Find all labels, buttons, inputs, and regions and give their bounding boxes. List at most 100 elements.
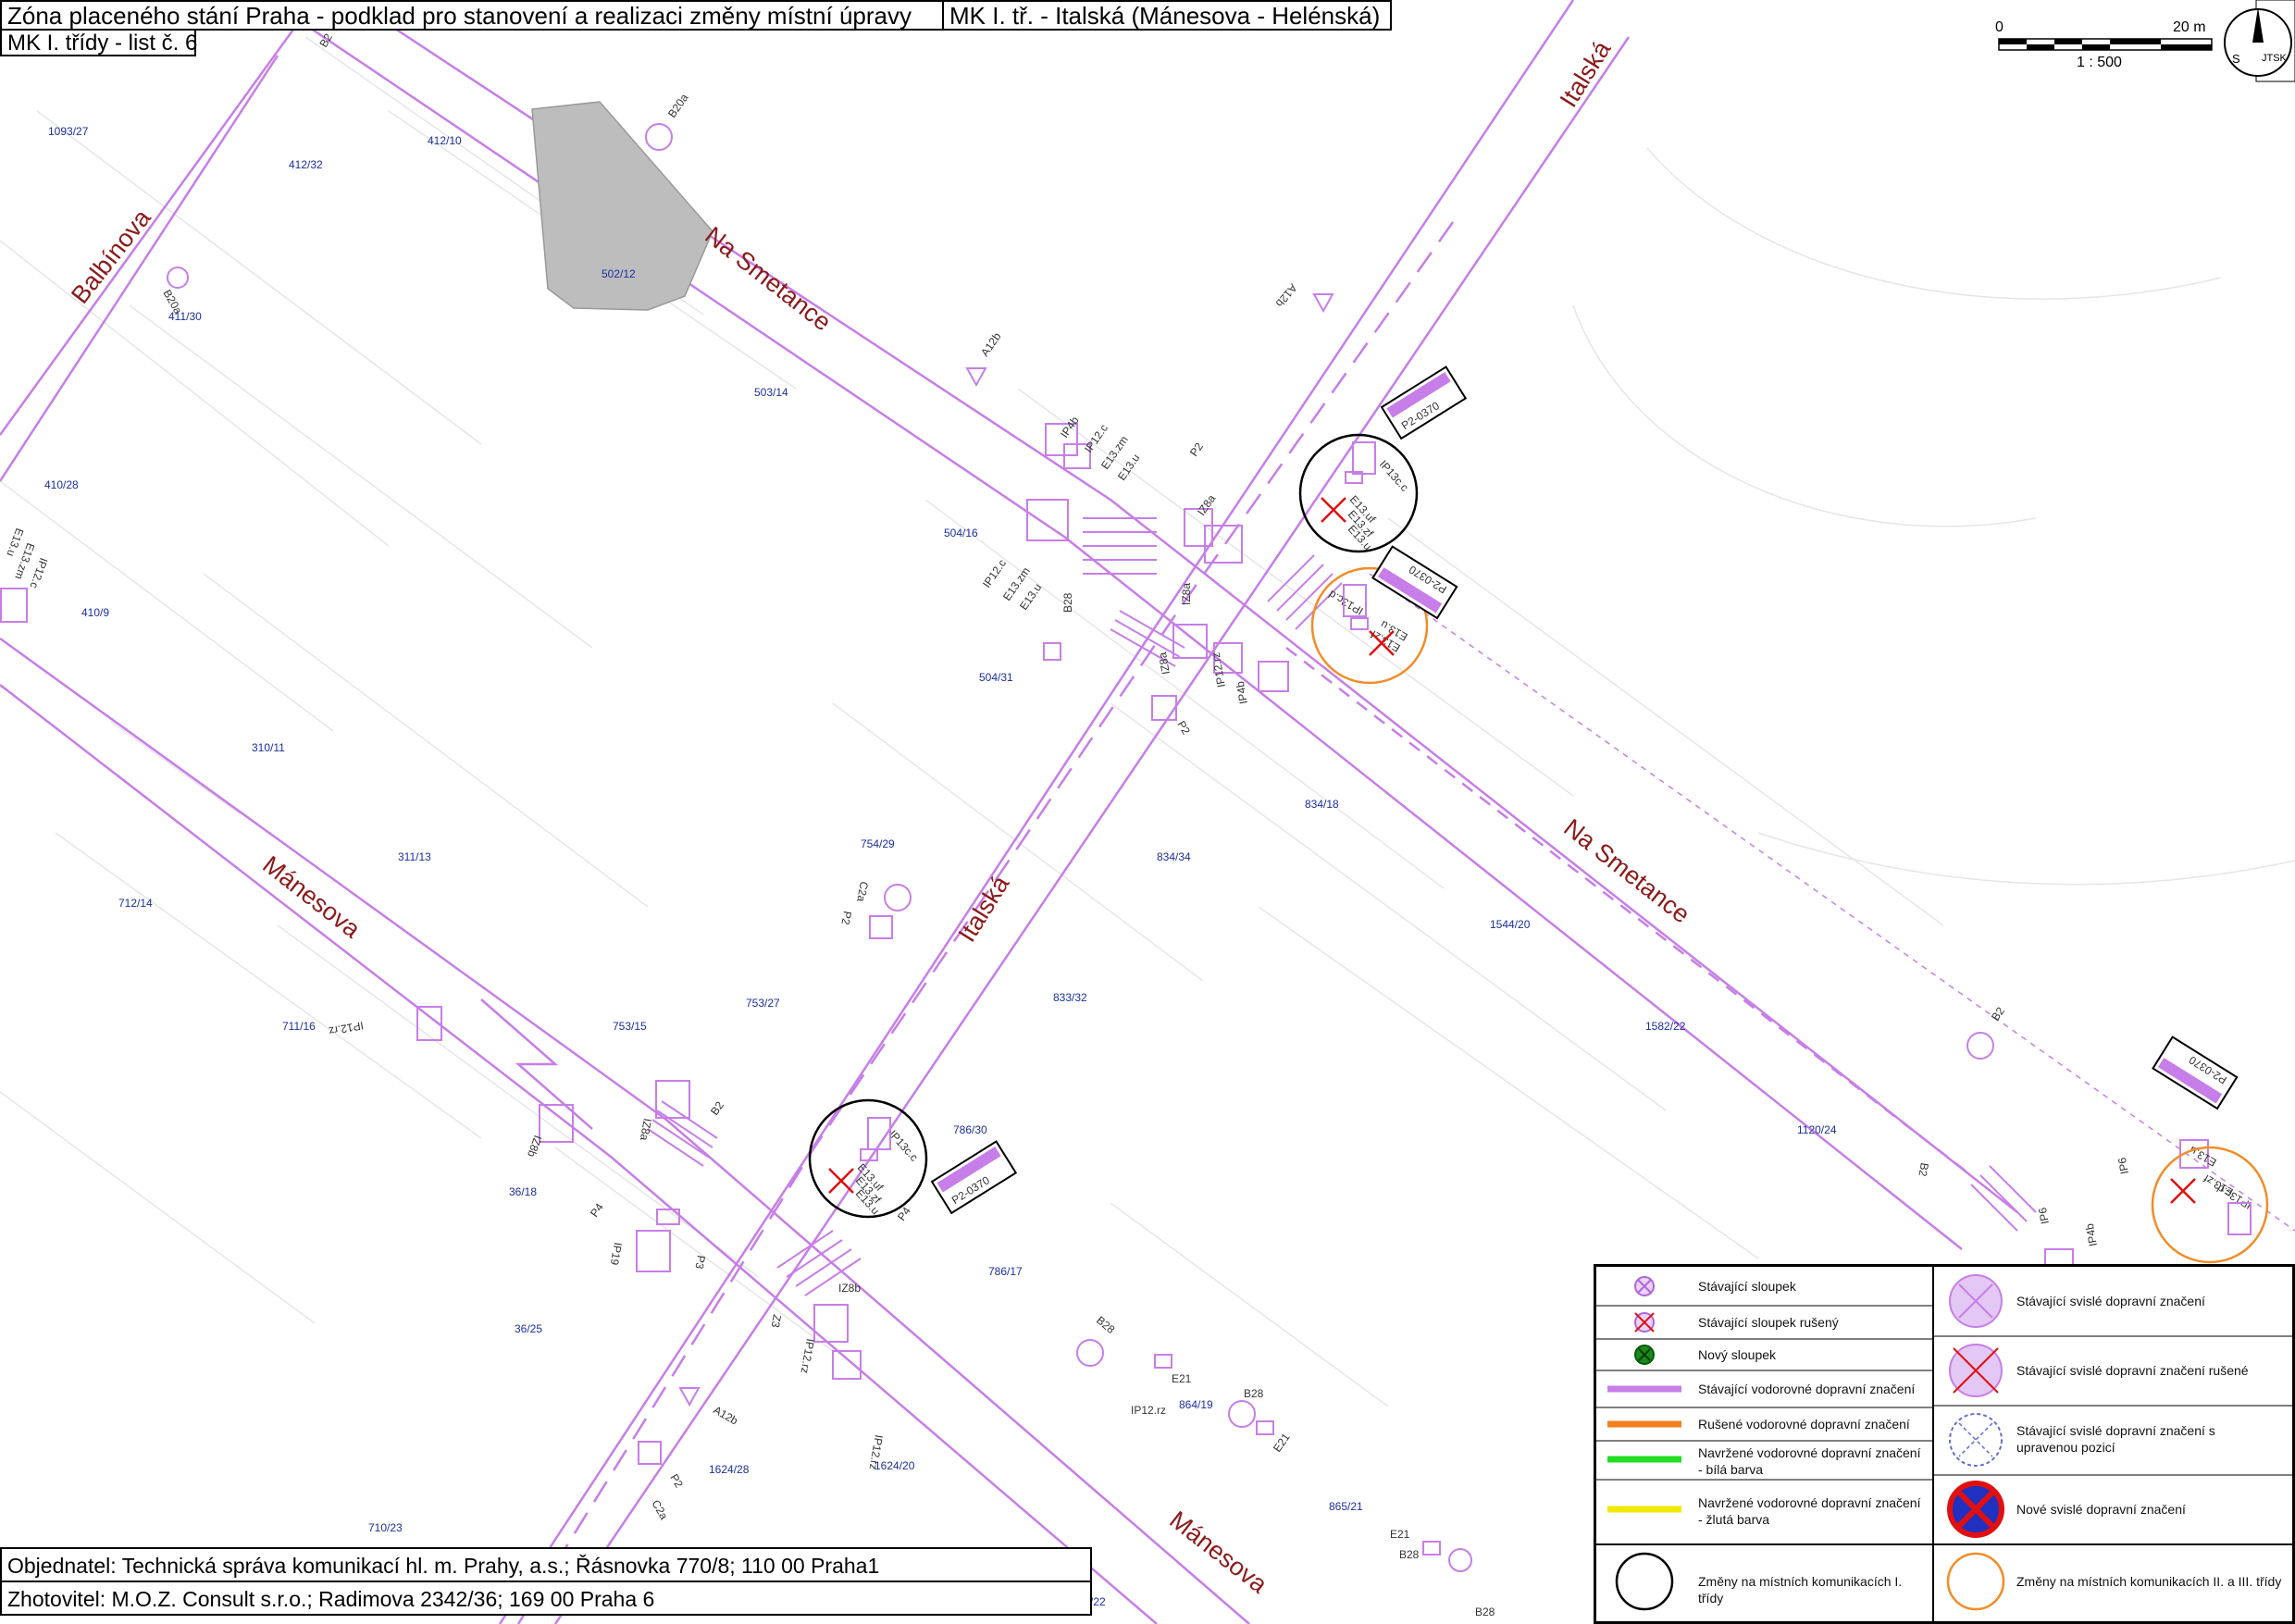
legend-existing-post: Stávající sloupek bbox=[1698, 1279, 1796, 1294]
parcel-number: 710/23 bbox=[368, 1521, 403, 1534]
parcel-number: 1582/22 bbox=[1645, 1020, 1686, 1033]
sign-code-label: C2a bbox=[649, 1498, 670, 1522]
sign-code-label: P3 bbox=[692, 1254, 707, 1270]
moved-vertical-sign-icon bbox=[1949, 1413, 2003, 1467]
existing-vertical-sign-icon bbox=[1949, 1274, 2003, 1328]
sign-code-label: IP6 bbox=[2115, 1156, 2131, 1174]
street-section-title: MK I. tř. - Italská (Mánesova - Helénská… bbox=[942, 0, 1392, 31]
parcel-number: 833/32 bbox=[1053, 991, 1087, 1004]
cadastral-lines bbox=[0, 36, 2295, 1407]
scale-start: 0 bbox=[1995, 19, 2003, 35]
legend-changes-class-2-3: Změny na místních komunikacích II. a III… bbox=[2016, 1574, 2282, 1589]
parcel-number: 786/30 bbox=[953, 1123, 987, 1136]
parcel-number: 410/9 bbox=[81, 606, 109, 619]
change-class-1-icon bbox=[1615, 1552, 1674, 1611]
north-arrow-icon: S JTSK bbox=[2224, 0, 2295, 82]
sign-code-label: IP13c.d bbox=[1326, 588, 1365, 617]
new-plate-signs: P2-0370 P2-0370 P2-0370 P2-0370 bbox=[930, 366, 2239, 1215]
sign-code-label: IP13c.c bbox=[1377, 458, 1411, 494]
parcel-number: 753/15 bbox=[613, 1020, 647, 1033]
footer-client: Objednatel: Technická správa komunikací … bbox=[0, 1547, 1092, 1582]
sign-code-label: IZ8a bbox=[1180, 583, 1193, 605]
sign-code-label: P2 bbox=[838, 910, 853, 925]
parcel-number: 412/10 bbox=[428, 134, 462, 147]
sign-code-label: B2 bbox=[708, 1098, 726, 1117]
sign-code-label: B28 bbox=[1094, 1314, 1118, 1337]
parcel-labels: 1093/27412/10412/32502/12411/30503/14410… bbox=[44, 125, 1837, 1608]
sign-code-label: E21 bbox=[1390, 1528, 1410, 1541]
street-label-italska: Italská bbox=[953, 870, 1015, 947]
legend-proposed-white: Navržené vodorovné dopravní značení - bí… bbox=[1698, 1445, 1921, 1477]
sheet-number: MK I. třídy - list č. 6 bbox=[0, 29, 197, 56]
sign-code-label: IZ8b bbox=[838, 1282, 861, 1295]
parcel-number: 754/29 bbox=[861, 837, 895, 850]
parcel-number: 412/32 bbox=[289, 158, 323, 171]
parcel-number: 1120/24 bbox=[1797, 1123, 1837, 1136]
north-letter: S bbox=[2232, 52, 2240, 66]
scale-end: 20 m bbox=[2173, 19, 2206, 35]
sign-code-label: IP19 bbox=[608, 1241, 625, 1266]
new-vertical-sign-icon bbox=[1947, 1481, 2004, 1538]
legend-existing-vertical-removed: Stávající svislé dopravní značení rušené bbox=[2016, 1363, 2249, 1378]
legend-existing-vertical: Stávající svislé dopravní značení bbox=[2016, 1294, 2205, 1308]
sign-code-label: E21 bbox=[1172, 1372, 1192, 1385]
sign-code-label: P2 bbox=[1174, 719, 1193, 738]
parcel-number: 712/14 bbox=[118, 897, 153, 910]
parcel-number: 503/14 bbox=[754, 386, 788, 399]
parcel-number: 502/12 bbox=[602, 267, 636, 280]
sign-code-label: B28 bbox=[1399, 1548, 1420, 1561]
legend-changes-class-1: Změny na místních komunikacích I. třídy bbox=[1698, 1574, 1903, 1605]
sign-code-label: IZ8a bbox=[638, 1117, 654, 1141]
street-label-manesova: Mánesova bbox=[1164, 1506, 1272, 1599]
parcel-number: 504/16 bbox=[944, 527, 978, 539]
sign-code-label: A12b bbox=[712, 1403, 741, 1427]
sign-code-label: P2 bbox=[667, 1472, 686, 1491]
change-circles-class-1 bbox=[808, 433, 1419, 1219]
parcel-number: 834/18 bbox=[1305, 798, 1339, 811]
map-title: Zóna placeného stání Praha - podklad pro… bbox=[0, 0, 944, 31]
legend-new-vertical: Nové svislé dopravní značení bbox=[2016, 1502, 2186, 1517]
sign-code-label: IP4b bbox=[2083, 1222, 2100, 1247]
parcel-number: 410/28 bbox=[44, 478, 79, 491]
sign-code-label: IP12.c bbox=[980, 557, 1009, 590]
sign-code-label: B28 bbox=[1061, 592, 1074, 613]
sign-code-label: IP13c.c bbox=[887, 1128, 921, 1164]
street-label-na-smetance: Na Smetance bbox=[700, 221, 836, 336]
sign-code-label: A12b bbox=[978, 329, 1004, 358]
sign-code-label: IP12.rz bbox=[1210, 651, 1228, 688]
parcel-number: 310/11 bbox=[252, 741, 285, 754]
removed-post-icon bbox=[1634, 1312, 1655, 1333]
sign-code-label: P4 bbox=[895, 1204, 913, 1222]
parcel-number: 864/19 bbox=[1179, 1398, 1213, 1411]
removed-post-icons bbox=[828, 497, 2196, 1204]
sign-code-label: P2 bbox=[1187, 440, 1206, 458]
sign-code-label: P4 bbox=[588, 1200, 606, 1219]
sign-code-label: B28 bbox=[1244, 1387, 1264, 1400]
sign-code-label: Z3 bbox=[769, 1313, 784, 1329]
legend-existing-post-removed: Stávající sloupek rušený bbox=[1698, 1315, 1839, 1330]
new-post-icon bbox=[1634, 1345, 1655, 1365]
parcel-number: 711/16 bbox=[282, 1020, 316, 1033]
change-class-2-3-icon bbox=[1946, 1552, 2005, 1611]
parcel-number: 834/34 bbox=[1157, 850, 1191, 863]
footer-contractor: Zhotovitel: M.O.Z. Consult s.r.o.; Radim… bbox=[0, 1581, 1092, 1616]
sign-code-label: B20a bbox=[665, 91, 691, 119]
parcel-number: 865/21 bbox=[1329, 1500, 1363, 1513]
sign-code-label: IZ8a bbox=[1156, 651, 1172, 676]
parcel-number: 1544/20 bbox=[1490, 918, 1531, 931]
sign-code-label: IP12.rz bbox=[328, 1019, 365, 1037]
legend-existing-horizontal: Stávající vodorovné dopravní značení bbox=[1698, 1382, 1916, 1396]
sign-code-label: B2 bbox=[1916, 1161, 1930, 1177]
parcel-number: 36/25 bbox=[515, 1322, 542, 1335]
legend-new-post: Nový sloupek bbox=[1698, 1347, 1777, 1362]
street-label-balbinova: Balbínova bbox=[66, 204, 156, 309]
parcel-number: 36/18 bbox=[509, 1185, 537, 1198]
manesova-road bbox=[0, 637, 1250, 1624]
sign-code-label: C2a bbox=[854, 880, 871, 902]
sign-code-label: IP12.rz bbox=[1131, 1404, 1166, 1417]
sign-code-label: A12b bbox=[1272, 281, 1299, 310]
legend: Stávající sloupek Stávající sloupek ruše… bbox=[1594, 1264, 2295, 1624]
parcel-number: 786/17 bbox=[988, 1265, 1023, 1278]
scale-ratio: 1 : 500 bbox=[2077, 55, 2122, 70]
parcel-number: /22 bbox=[1090, 1595, 1106, 1608]
